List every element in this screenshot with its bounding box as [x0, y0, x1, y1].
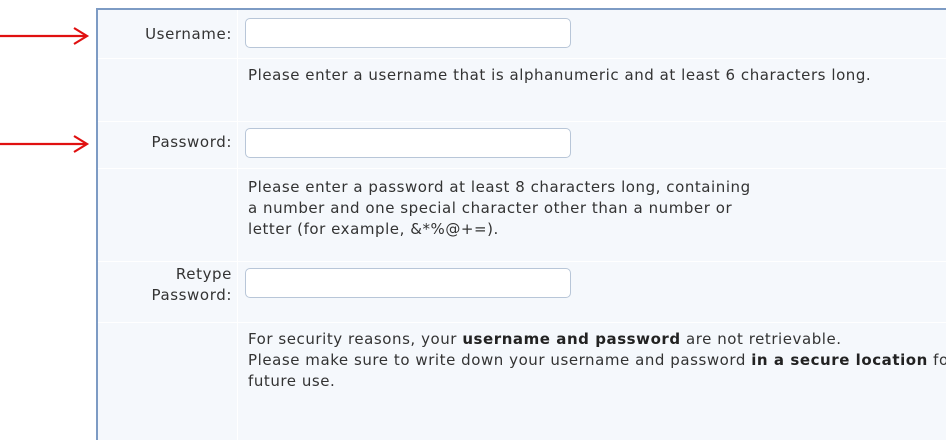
- password-help-line: a number and one special character other…: [248, 199, 733, 217]
- column-divider: [237, 10, 238, 58]
- password-row: Password:: [98, 122, 946, 169]
- retype-password-input[interactable]: [245, 268, 571, 298]
- retype-label-line: Retype: [175, 265, 232, 283]
- notice-bold-text: in a secure location: [751, 351, 928, 369]
- username-help-row: Please enter a username that is alphanum…: [98, 59, 946, 122]
- password-input[interactable]: [245, 128, 571, 158]
- column-divider: [237, 59, 238, 121]
- notice-text: Please make sure to write down your user…: [248, 351, 752, 369]
- notice-text: are not retrievable.: [680, 330, 842, 348]
- retype-password-row: Retype Password:: [98, 262, 946, 323]
- password-help-line: Please enter a password at least 8 chara…: [248, 178, 751, 196]
- retype-label-line: Password:: [151, 286, 232, 304]
- password-help-text: Please enter a password at least 8 chara…: [248, 177, 946, 240]
- username-help-text: Please enter a username that is alphanum…: [248, 66, 872, 84]
- retype-password-label: Retype Password:: [98, 264, 232, 306]
- column-divider: [237, 122, 238, 168]
- username-row: Username:: [98, 10, 946, 59]
- security-notice-row: For security reasons, your username and …: [98, 323, 946, 444]
- column-divider: [237, 262, 238, 322]
- username-label: Username:: [145, 25, 232, 43]
- password-help-line: letter (for example, &*%@+=).: [248, 220, 499, 238]
- annotation-arrow-password: [0, 134, 92, 154]
- registration-form: Username: Please enter a username that i…: [96, 8, 946, 444]
- password-label: Password:: [151, 133, 232, 151]
- password-help-row: Please enter a password at least 8 chara…: [98, 169, 946, 262]
- annotation-arrow-username: [0, 26, 92, 46]
- column-divider: [237, 169, 238, 261]
- column-divider: [237, 323, 238, 443]
- notice-bold-text: username and password: [462, 330, 681, 348]
- notice-text: For security reasons, your: [248, 330, 463, 348]
- security-notice-text: For security reasons, your username and …: [248, 329, 946, 392]
- username-input[interactable]: [245, 18, 571, 48]
